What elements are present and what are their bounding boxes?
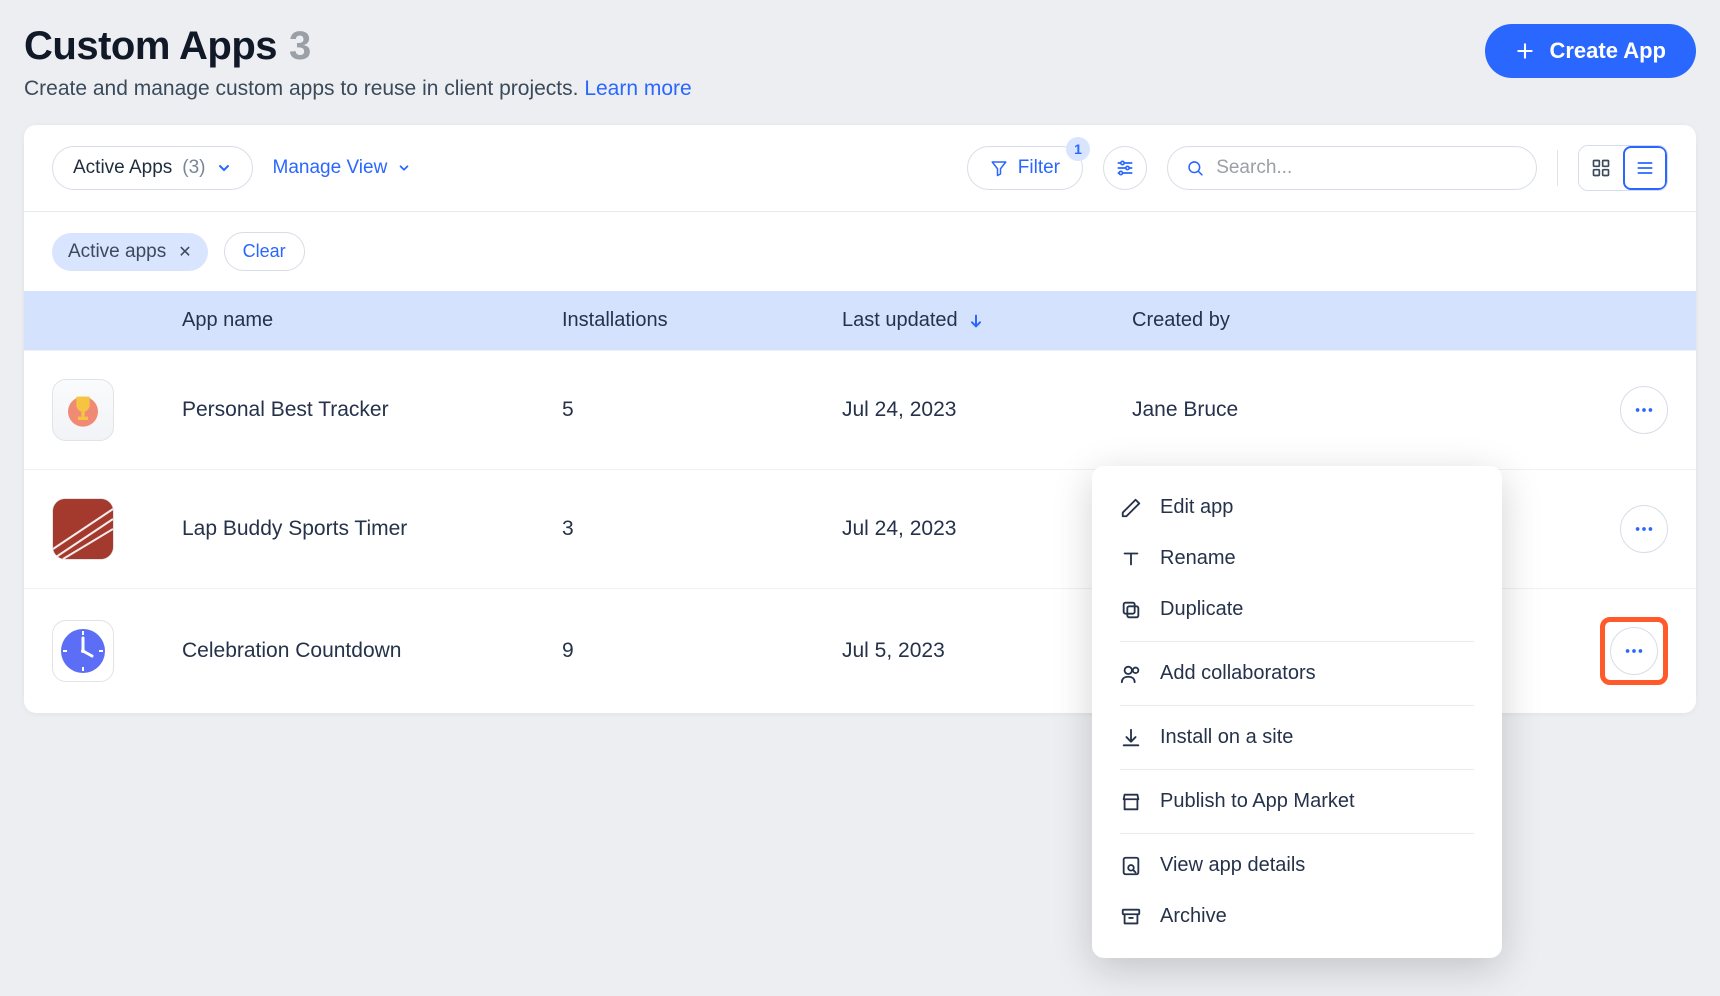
row-more-button[interactable]: [1620, 386, 1668, 434]
cell-installations: 3: [562, 517, 842, 541]
cell-app-name: Celebration Countdown: [182, 639, 562, 663]
menu-publish-market[interactable]: Publish to App Market: [1092, 776, 1502, 827]
cell-installations: 9: [562, 639, 842, 663]
sort-desc-icon: [968, 313, 984, 329]
menu-label: Edit app: [1160, 496, 1233, 519]
menu-separator: [1120, 641, 1474, 642]
th-last-updated[interactable]: Last updated: [842, 309, 1132, 332]
menu-archive[interactable]: Archive: [1092, 891, 1502, 942]
menu-label: Install on a site: [1160, 726, 1293, 749]
filter-chips-row: Active apps ✕ Clear: [24, 212, 1696, 291]
list-icon: [1635, 158, 1655, 178]
sliders-icon: [1115, 158, 1135, 178]
subtitle-text: Create and manage custom apps to reuse i…: [24, 77, 584, 100]
toolbar-divider: [1557, 150, 1558, 186]
filter-count-badge: 1: [1066, 137, 1090, 161]
search-icon: [1186, 158, 1204, 178]
cell-app-name: Lap Buddy Sports Timer: [182, 517, 562, 541]
menu-edit-app[interactable]: Edit app: [1092, 482, 1502, 533]
filter-chip-active-apps[interactable]: Active apps ✕: [52, 233, 208, 271]
menu-label: View app details: [1160, 854, 1305, 877]
menu-separator: [1120, 705, 1474, 706]
table-header: App name Installations Last updated Crea…: [24, 291, 1696, 350]
menu-label: Duplicate: [1160, 598, 1243, 621]
row-more-button[interactable]: [1610, 627, 1658, 675]
funnel-icon: [990, 159, 1008, 177]
chip-label: Active apps: [68, 241, 166, 263]
menu-duplicate[interactable]: Duplicate: [1092, 584, 1502, 635]
manage-view-button[interactable]: Manage View: [273, 157, 412, 179]
filter-button[interactable]: Filter 1: [967, 146, 1083, 190]
details-icon: [1120, 855, 1142, 877]
chevron-down-icon: [397, 161, 411, 175]
app-count: 3: [289, 24, 311, 69]
view-selector[interactable]: Active Apps (3): [52, 146, 253, 190]
close-icon[interactable]: ✕: [178, 242, 191, 262]
menu-label: Publish to App Market: [1160, 790, 1355, 813]
download-icon: [1120, 727, 1142, 749]
search-input[interactable]: [1216, 157, 1518, 179]
adjust-columns-button[interactable]: [1103, 146, 1147, 190]
app-icon: [52, 498, 114, 560]
app-icon: [52, 620, 114, 682]
th-installations[interactable]: Installations: [562, 309, 842, 332]
row-context-menu: Edit app Rename Duplicate Add collaborat…: [1092, 466, 1502, 958]
search-field[interactable]: [1167, 146, 1537, 190]
grid-view-button[interactable]: [1579, 146, 1623, 190]
th-created-by[interactable]: Created by: [1132, 309, 1548, 332]
app-icon: [52, 379, 114, 441]
create-app-button[interactable]: Create App: [1485, 24, 1696, 78]
table-row: Personal Best Tracker 5 Jul 24, 2023 Jan…: [24, 350, 1696, 469]
store-icon: [1120, 791, 1142, 813]
page-title-text: Custom Apps: [24, 24, 277, 69]
highlighted-more-wrapper: [1600, 617, 1668, 685]
grid-icon: [1591, 158, 1611, 178]
menu-label: Add collaborators: [1160, 662, 1316, 685]
clear-label: Clear: [243, 241, 286, 262]
chevron-down-icon: [216, 160, 232, 176]
cell-last-updated: Jul 24, 2023: [842, 398, 1132, 422]
toolbar: Active Apps (3) Manage View Filter 1: [24, 125, 1696, 212]
menu-label: Archive: [1160, 905, 1227, 928]
menu-add-collaborators[interactable]: Add collaborators: [1092, 648, 1502, 699]
manage-view-label: Manage View: [273, 157, 388, 179]
track-icon: [53, 498, 113, 560]
more-horizontal-icon: [1633, 518, 1655, 540]
cell-app-name: Personal Best Tracker: [182, 398, 562, 422]
more-horizontal-icon: [1633, 399, 1655, 421]
text-icon: [1120, 548, 1142, 570]
menu-label: Rename: [1160, 547, 1236, 570]
menu-separator: [1120, 769, 1474, 770]
th-app-name[interactable]: App name: [182, 309, 562, 332]
plus-icon: [1515, 41, 1535, 61]
filter-label: Filter: [1018, 157, 1060, 179]
row-more-button[interactable]: [1620, 505, 1668, 553]
menu-view-details[interactable]: View app details: [1092, 840, 1502, 891]
view-count: (3): [182, 157, 205, 179]
th-last-updated-label: Last updated: [842, 309, 958, 332]
pencil-icon: [1120, 497, 1142, 519]
cell-last-updated: Jul 24, 2023: [842, 517, 1132, 541]
menu-rename[interactable]: Rename: [1092, 533, 1502, 584]
menu-separator: [1120, 833, 1474, 834]
duplicate-icon: [1120, 599, 1142, 621]
cell-last-updated: Jul 5, 2023: [842, 639, 1132, 663]
menu-install-on-site[interactable]: Install on a site: [1092, 712, 1502, 763]
list-view-button[interactable]: [1623, 146, 1667, 190]
clear-filters-button[interactable]: Clear: [224, 232, 305, 271]
trophy-icon: [63, 390, 103, 430]
view-toggle: [1578, 145, 1668, 191]
clock-icon: [58, 626, 108, 676]
create-app-button-label: Create App: [1549, 38, 1666, 64]
page-subtitle: Create and manage custom apps to reuse i…: [24, 77, 692, 101]
view-name: Active Apps: [73, 157, 172, 179]
users-icon: [1120, 663, 1142, 685]
learn-more-link[interactable]: Learn more: [584, 77, 691, 100]
cell-installations: 5: [562, 398, 842, 422]
archive-icon: [1120, 906, 1142, 928]
page-title: Custom Apps 3: [24, 24, 692, 69]
more-horizontal-icon: [1623, 640, 1645, 662]
cell-created-by: Jane Bruce: [1132, 398, 1548, 422]
